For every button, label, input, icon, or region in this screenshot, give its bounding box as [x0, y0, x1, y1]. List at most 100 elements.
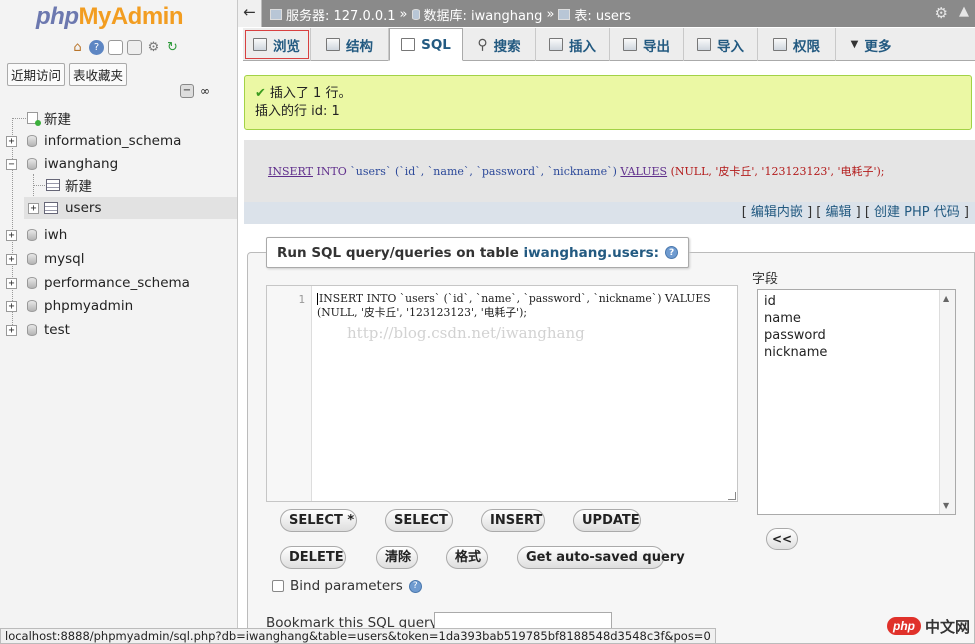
sql-query-editor[interactable]: 1 INSERT INTO `users` (`id`, `name`, `pa… [266, 285, 738, 502]
tree-table-users[interactable]: + users [24, 197, 237, 219]
format-button[interactable]: 格式 [446, 546, 488, 569]
select-star-button[interactable]: SELECT * [280, 509, 357, 532]
update-button[interactable]: UPDATE [573, 509, 641, 532]
bind-parameters-checkbox[interactable] [272, 580, 284, 592]
link-icon[interactable]: ∞ [198, 84, 212, 98]
tree-db-label[interactable]: information_schema [44, 133, 181, 149]
sql-code[interactable]: INSERT INTO `users` (`id`, `name`, `pass… [317, 292, 711, 320]
nav-icon-bar: ⌂ ? ⚙ ↻ [70, 40, 180, 55]
select-button[interactable]: SELECT [385, 509, 453, 532]
tree-new-table[interactable]: 新建 [0, 174, 237, 196]
field-item[interactable]: name [764, 311, 801, 326]
get-autosaved-query-button[interactable]: Get auto-saved query [517, 546, 685, 569]
create-php-link[interactable]: 创建 PHP 代码 [874, 205, 960, 220]
watermark-url: http://blog.csdn.net/iwanghang [347, 324, 585, 342]
tree-db-label[interactable]: mysql [44, 251, 85, 267]
tab-sql[interactable]: SQL [389, 28, 463, 61]
resize-handle-icon[interactable] [728, 492, 736, 500]
help-icon[interactable]: ? [89, 40, 104, 55]
collapse-nav-arrow-icon[interactable]: ← [238, 0, 262, 27]
logo-myadmin: MyAdmin [78, 3, 183, 30]
expand-icon[interactable]: + [6, 254, 17, 265]
favorites-tab[interactable]: 表收藏夹 [69, 63, 128, 86]
tree-db-test[interactable]: + test [0, 319, 237, 341]
navigation-panel: phpMyAdmin ⌂ ? ⚙ ↻ 近期访问 表收藏夹 − ∞ 新建 + in… [0, 0, 238, 644]
gear-icon[interactable]: ⚙ [146, 40, 161, 55]
tree-db-mysql[interactable]: + mysql [0, 248, 237, 270]
line-number: 1 [298, 293, 305, 306]
field-item[interactable]: password [764, 328, 826, 343]
tab-label: 浏览 [273, 38, 300, 55]
tree-db-label[interactable]: test [44, 322, 70, 338]
privileges-icon [773, 38, 787, 51]
success-line1: 插入了 1 行。 [269, 86, 352, 101]
tab-privileges[interactable]: 权限 [758, 28, 836, 61]
breadcrumb-table[interactable]: 表: users [574, 5, 631, 24]
scroll-top-arrow-icon[interactable]: ▲ [959, 4, 969, 19]
home-icon[interactable]: ⌂ [70, 40, 85, 55]
inline-edit-link[interactable]: 编辑内嵌 [751, 205, 803, 220]
query-title-table: iwanghang.users: [523, 244, 660, 261]
tab-export[interactable]: 导出 [610, 28, 684, 61]
tree-db-label[interactable]: iwh [44, 227, 67, 243]
tree-db-iwanghang[interactable]: − iwanghang [0, 153, 237, 175]
scroll-up-arrow-icon[interactable]: ▲ [943, 294, 949, 303]
phpmyadmin-logo[interactable]: phpMyAdmin [36, 3, 183, 31]
breadcrumb-bar: ← 服务器: 127.0.0.1 » 数据库: iwanghang » 表: u… [238, 0, 975, 27]
tab-browse[interactable]: 浏览 [243, 28, 311, 61]
tab-more[interactable]: ▼ 更多 [836, 28, 906, 61]
tree-db-phpmyadmin[interactable]: + phpmyadmin [0, 295, 237, 317]
field-item[interactable]: nickname [764, 345, 827, 360]
collapse-all-icon[interactable]: − [180, 84, 194, 98]
docs-icon[interactable] [108, 40, 123, 55]
sql-columns: (`id`, `name`, `password`, `nickname`) [394, 165, 617, 178]
breadcrumb-server[interactable]: 服务器: 127.0.0.1 [286, 5, 396, 24]
database-icon [27, 324, 37, 336]
insert-field-button[interactable]: << [766, 528, 798, 550]
edit-link[interactable]: 编辑 [825, 205, 851, 220]
database-icon [27, 135, 37, 147]
tree-new-table-label: 新建 [65, 179, 92, 195]
collapse-icon[interactable]: − [6, 159, 17, 170]
tab-label: SQL [421, 36, 451, 53]
sql-keyword[interactable]: VALUES [620, 165, 667, 178]
line-number-gutter: 1 [267, 286, 312, 501]
help-icon[interactable]: ? [665, 246, 679, 259]
copy-icon[interactable] [127, 40, 142, 55]
help-icon[interactable]: ? [408, 579, 422, 593]
sql-keyword: INTO [316, 165, 347, 178]
expand-icon[interactable]: + [6, 136, 17, 147]
tab-structure[interactable]: 结构 [311, 28, 389, 61]
tree-db-performance-schema[interactable]: + performance_schema [0, 272, 237, 294]
expand-icon[interactable]: + [6, 325, 17, 336]
tab-insert[interactable]: 插入 [536, 28, 610, 61]
tab-search[interactable]: ⚲ 搜索 [463, 28, 536, 61]
tree-db-information-schema[interactable]: + information_schema [0, 130, 237, 152]
fields-scrollbar[interactable]: ▲ ▼ [939, 290, 955, 514]
clear-button[interactable]: 清除 [376, 546, 418, 569]
reload-icon[interactable]: ↻ [165, 40, 180, 55]
tree-db-label[interactable]: phpmyadmin [44, 298, 133, 314]
delete-button[interactable]: DELETE [280, 546, 346, 569]
tab-import[interactable]: 导入 [684, 28, 758, 61]
bind-parameters-row: Bind parameters ? [272, 578, 422, 594]
expand-icon[interactable]: + [6, 278, 17, 289]
expand-icon[interactable]: + [6, 301, 17, 312]
expand-icon[interactable]: + [6, 230, 17, 241]
expand-icon[interactable]: + [28, 203, 39, 214]
insert-button[interactable]: INSERT [481, 509, 545, 532]
sql-keyword[interactable]: INSERT [268, 165, 313, 178]
scroll-down-arrow-icon[interactable]: ▼ [943, 501, 949, 510]
tree-table-label[interactable]: users [65, 200, 101, 216]
tree-db-label[interactable]: iwanghang [44, 156, 118, 172]
settings-gear-icon[interactable]: ⚙ [935, 4, 948, 22]
tree-new-database[interactable]: 新建 [0, 107, 237, 129]
fields-title: 字段 [752, 272, 779, 287]
bind-parameters-label[interactable]: Bind parameters [290, 578, 403, 594]
tree-db-iwh[interactable]: + iwh [0, 224, 237, 246]
field-item[interactable]: id [764, 294, 776, 309]
recent-tab[interactable]: 近期访问 [7, 63, 66, 86]
tree-db-label[interactable]: performance_schema [44, 275, 190, 291]
breadcrumb-database[interactable]: 数据库: iwanghang [424, 5, 543, 24]
fields-list[interactable]: id name password nickname ▲ ▼ [757, 289, 956, 515]
